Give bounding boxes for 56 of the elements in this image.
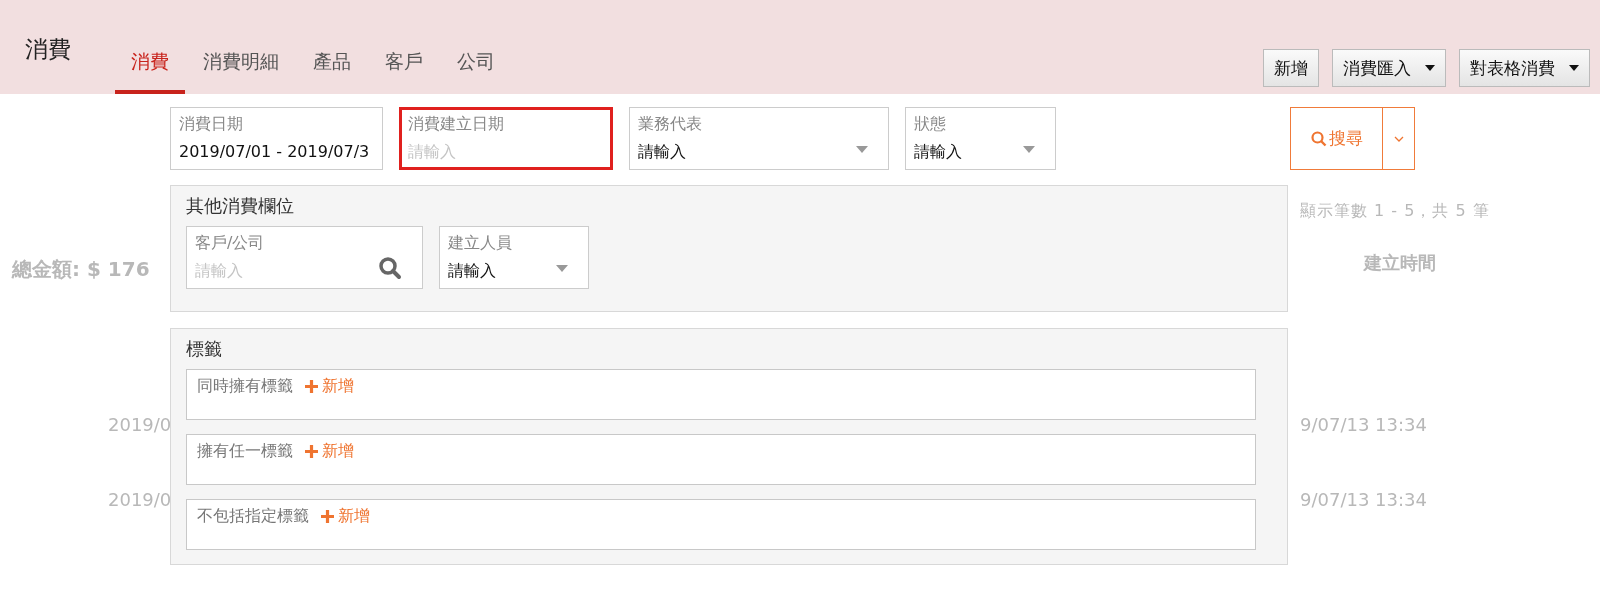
- select-field[interactable]: 狀態 請輸入: [905, 107, 1056, 170]
- select-field[interactable]: 業務代表 請輸入: [629, 107, 889, 170]
- add-tag-link[interactable]: 新增: [321, 506, 370, 527]
- table-cell: 9/07/13 13:34: [1300, 489, 1427, 510]
- caret-icon: [556, 265, 568, 272]
- field-placeholder: 請輸入: [408, 142, 456, 163]
- tag-field[interactable]: 同時擁有標籤 新增: [186, 369, 1256, 420]
- plus-icon: [305, 380, 318, 393]
- field-label: 業務代表: [638, 114, 702, 135]
- dropdown-button[interactable]: 對表格消費: [1459, 49, 1590, 87]
- field-label: 客戶/公司: [195, 233, 265, 254]
- search-icon: [1310, 130, 1327, 147]
- field-label: 建立人員: [448, 233, 512, 254]
- dropdown-button[interactable]: 消費匯入: [1332, 49, 1446, 87]
- panel-title: 標籤: [186, 337, 222, 361]
- nav-tab[interactable]: 產品: [297, 0, 367, 94]
- tag-field[interactable]: 擁有任一標籤 新增: [186, 434, 1256, 485]
- nav-tab[interactable]: 公司: [441, 0, 511, 94]
- plus-icon: [321, 510, 334, 523]
- column-header: 建立時間: [1364, 251, 1436, 275]
- caret-icon: [1023, 146, 1035, 153]
- input-field[interactable]: 消費日期 2019/07/01 - 2019/07/3: [170, 107, 383, 170]
- field-value: 請輸入: [638, 142, 686, 163]
- field-value: 請輸入: [448, 261, 496, 282]
- panel-title: 其他消費欄位: [186, 194, 294, 218]
- table-cell: 2019/0: [108, 414, 172, 435]
- field-label: 同時擁有標籤: [197, 376, 293, 397]
- search-icon[interactable]: [378, 256, 402, 280]
- field-placeholder: 請輸入: [195, 261, 243, 282]
- nav-tab[interactable]: 消費: [115, 0, 185, 94]
- add-tag-link[interactable]: 新增: [305, 376, 354, 397]
- nav-tab[interactable]: 客戶: [369, 0, 439, 94]
- field-label: 不包括指定標籤: [197, 506, 309, 527]
- tag-field[interactable]: 不包括指定標籤 新增: [186, 499, 1256, 550]
- select-field[interactable]: 建立人員 請輸入: [439, 226, 589, 289]
- add-tag-link[interactable]: 新增: [305, 441, 354, 462]
- input-field[interactable]: 消費建立日期 請輸入: [399, 107, 613, 170]
- page-title: 消費: [25, 35, 72, 64]
- table-cell: 2019/0: [108, 489, 172, 510]
- field-value: 請輸入: [914, 142, 962, 163]
- field-label: 擁有任一標籤: [197, 441, 293, 462]
- table-cell: 9/07/13 13:34: [1300, 414, 1427, 435]
- field-value: 2019/07/01 - 2019/07/3: [179, 142, 370, 161]
- input-field[interactable]: 客戶/公司 請輸入: [186, 226, 423, 289]
- record-count: 顯示筆數 1 - 5，共 5 筆: [1300, 201, 1490, 222]
- search-button[interactable]: 搜尋: [1290, 107, 1383, 170]
- chevron-icon: [1393, 135, 1404, 142]
- total-amount: 總金額: $ 176: [12, 256, 150, 283]
- field-label: 消費建立日期: [408, 114, 504, 135]
- caret-icon: [856, 146, 868, 153]
- add-button[interactable]: 新增: [1263, 49, 1319, 87]
- dropdown-toggle[interactable]: [1383, 107, 1415, 170]
- plus-icon: [305, 445, 318, 458]
- field-label: 狀態: [914, 114, 946, 135]
- field-label: 消費日期: [179, 114, 243, 135]
- nav-tab[interactable]: 消費明細: [187, 0, 295, 94]
